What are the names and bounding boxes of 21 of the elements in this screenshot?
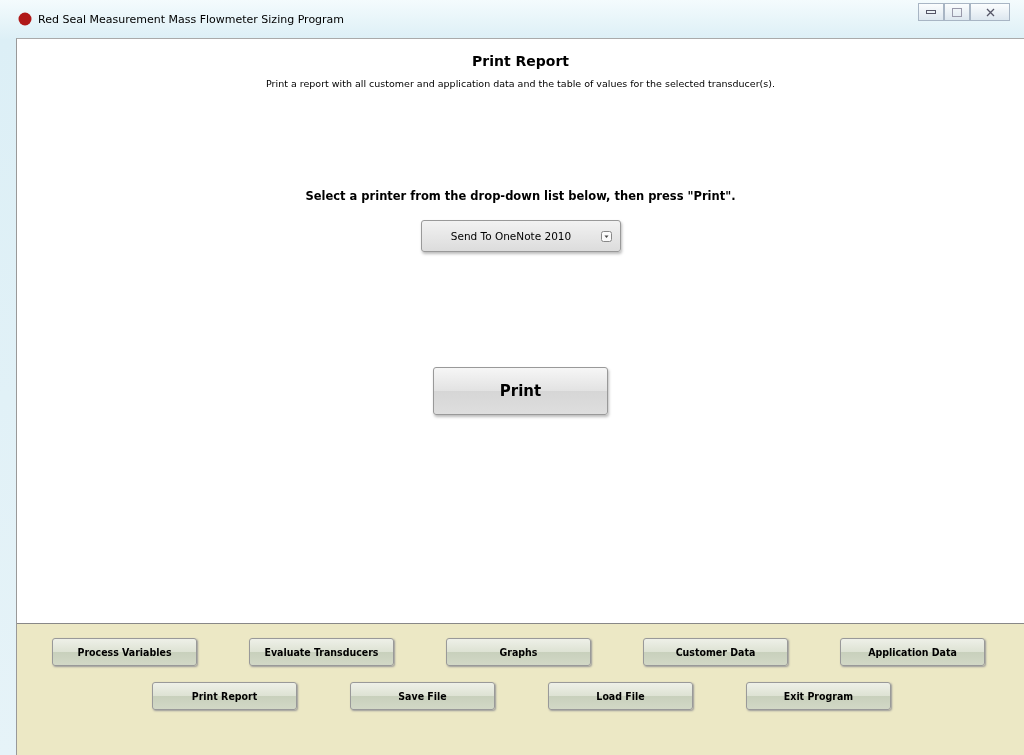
nav-button[interactable]: Exit Program bbox=[746, 682, 891, 710]
nav-button[interactable]: Graphs bbox=[446, 638, 591, 666]
minimize-icon bbox=[926, 10, 936, 14]
nav-button[interactable]: Load File bbox=[548, 682, 693, 710]
nav-button[interactable]: Evaluate Transducers bbox=[249, 638, 394, 666]
print-button[interactable]: Print bbox=[433, 367, 608, 415]
page-heading: Print Report bbox=[472, 53, 569, 69]
nav-button[interactable]: Save File bbox=[350, 682, 495, 710]
minimize-button[interactable] bbox=[918, 3, 944, 21]
nav-button[interactable]: Customer Data bbox=[643, 638, 788, 666]
instruction-text: Select a printer from the drop-down list below, then press "Print". bbox=[305, 189, 736, 203]
page-description: Print a report with all customer and application data and the table of values for the selected transducer(s). bbox=[266, 78, 775, 89]
close-icon bbox=[985, 7, 995, 17]
window-title: Red Seal Measurement Mass Flowmeter Sizing Program bbox=[38, 12, 345, 26]
seal-icon bbox=[18, 12, 32, 26]
nav-button[interactable]: Print Report bbox=[152, 682, 297, 710]
maximize-icon bbox=[952, 7, 962, 17]
close-button[interactable] bbox=[970, 3, 1010, 21]
printer-dropdown[interactable]: Send To OneNote 2010 bbox=[420, 220, 621, 252]
nav-button[interactable]: Application Data bbox=[840, 638, 985, 666]
nav-button[interactable]: Process Variables bbox=[52, 638, 197, 666]
